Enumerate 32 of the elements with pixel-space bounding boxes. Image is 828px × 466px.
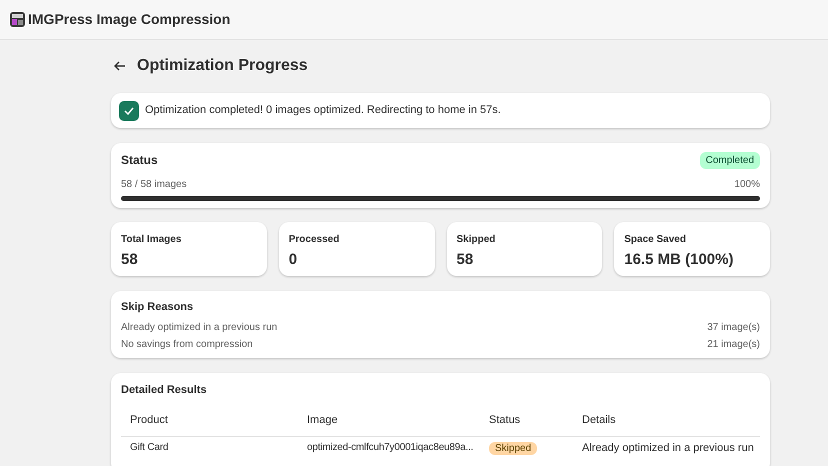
card-title: Status — [121, 152, 158, 169]
status-badge: Skipped — [489, 442, 538, 454]
column-header: Details — [582, 413, 617, 428]
stat-label: Skipped — [456, 233, 496, 247]
check-icon — [119, 100, 139, 120]
app-title: IMGPress Image Compression — [28, 10, 230, 29]
card-title: Detailed Results — [121, 382, 208, 398]
column-header: Status — [489, 413, 522, 428]
stat-value: 16.5 MB (100%) — [624, 250, 734, 270]
image-count: 58 / 58 images — [121, 178, 187, 192]
skip-reason: No savings from compression — [121, 338, 253, 352]
table-cell-text: Gift Card — [130, 441, 170, 456]
stat-label: Processed — [288, 233, 340, 247]
card-title: Skip Reasons — [121, 300, 194, 315]
back-arrow-icon — [114, 61, 126, 71]
skip-count: 21 image(s) — [707, 338, 760, 352]
column-header: Product — [130, 413, 169, 428]
stat-value: 0 — [288, 250, 298, 270]
stat-value: 58 — [456, 250, 474, 270]
table-cell-text: optimized-cmlfcuh7y0001iqac8eu89a... — [307, 441, 474, 456]
banner-message: Optimization completed! 0 images optimized. Redirecting to home in 57s. — [145, 103, 501, 118]
percent-label: 100% — [734, 178, 760, 192]
column-header: Image — [307, 413, 339, 428]
table-cell-text: Already optimized in a previous run — [582, 440, 754, 456]
stat-value: 58 — [121, 250, 139, 270]
page-title: Optimization Progress — [137, 56, 308, 76]
skip-count: 37 image(s) — [707, 320, 760, 334]
stat-label: Total Images — [121, 233, 182, 247]
skip-reason: Already optimized in a previous run — [121, 320, 278, 334]
app-logo-icon — [10, 12, 25, 27]
status-badge: Completed — [700, 152, 760, 168]
stat-label: Space Saved — [624, 233, 687, 247]
